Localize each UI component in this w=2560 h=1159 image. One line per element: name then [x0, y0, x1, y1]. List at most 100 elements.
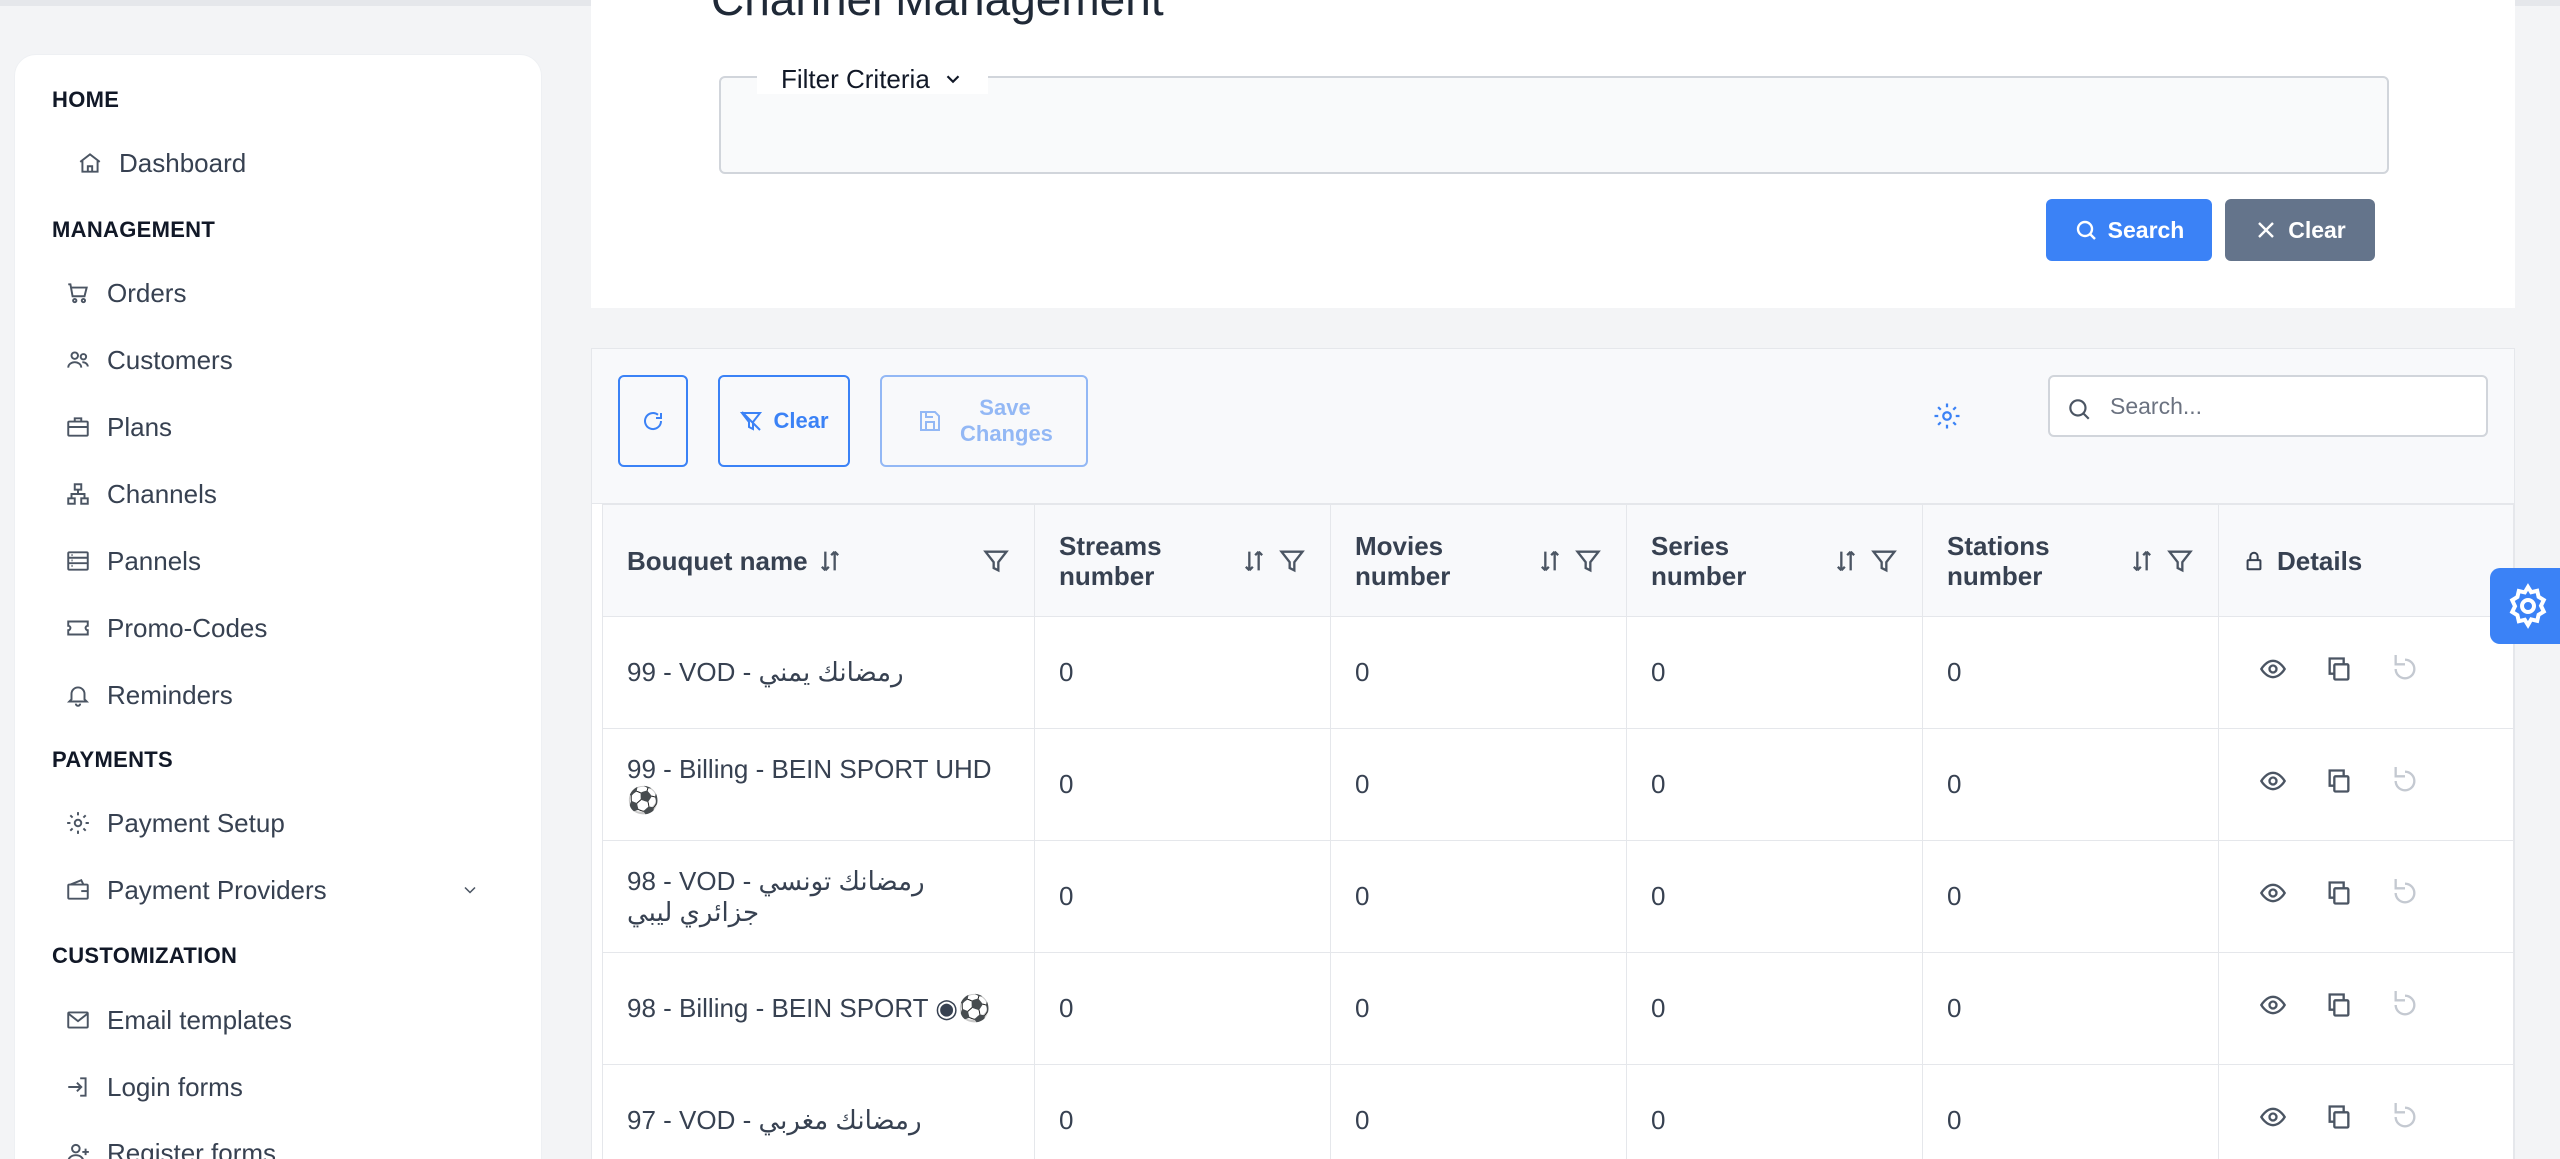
sidebar-item-plans[interactable]: Plans: [63, 402, 503, 452]
copy-icon[interactable]: [2325, 767, 2353, 802]
table-cell-stations: 0: [1922, 840, 2219, 953]
column-streams-number[interactable]: Streams number: [1034, 504, 1331, 617]
table-search-input[interactable]: [2110, 387, 2470, 425]
table-cell-streams: 0: [1034, 728, 1331, 841]
briefcase-icon: [63, 412, 93, 442]
column-label: Stations number: [1947, 530, 2050, 591]
refresh-button[interactable]: [618, 375, 688, 467]
save-changes-label: Save Changes: [960, 395, 1053, 446]
sidebar-item-label: Promo-Codes: [107, 612, 268, 643]
sort-icon[interactable]: [1240, 547, 1268, 575]
sidebar-item-pannels[interactable]: Pannels: [63, 536, 503, 586]
sidebar-item-orders[interactable]: Orders: [63, 268, 503, 318]
table-cell-streams: 0: [1034, 952, 1331, 1065]
copy-icon[interactable]: [2325, 655, 2353, 690]
filter-icon[interactable]: [982, 547, 1010, 575]
settings-gear-icon[interactable]: [2490, 568, 2560, 644]
table-cell-stations: 0: [1922, 728, 2219, 841]
page-title: Channel Management: [711, 0, 1164, 26]
filter-panel: Channel Management Filter Criteria Searc…: [591, 0, 2515, 308]
table-cell-movies: 0: [1330, 728, 1627, 841]
sidebar-item-label: Login forms: [107, 1071, 243, 1102]
table-body: 99 - VOD - رمضانك يمني 0 0 0 0 99 - Billing -…: [602, 616, 2514, 1159]
column-movies-number[interactable]: Movies number: [1330, 504, 1627, 617]
chevron-down-icon: [946, 75, 960, 84]
sidebar-item-label: Customers: [107, 344, 233, 375]
table-header-row: Bouquet name Streams number Movies numbe…: [602, 504, 2514, 617]
column-bouquet-name[interactable]: Bouquet name: [602, 504, 1035, 617]
search-button[interactable]: Search: [2046, 199, 2212, 261]
sidebar-item-login-forms[interactable]: Login forms: [63, 1062, 503, 1112]
table-cell-series: 0: [1626, 728, 1923, 841]
column-settings-gear-icon[interactable]: [1932, 401, 1962, 431]
table-cell-stations: 0: [1922, 952, 2219, 1065]
view-icon[interactable]: [2259, 767, 2287, 802]
sidebar-item-label: Channels: [107, 478, 217, 509]
search-button-label: Search: [2107, 216, 2185, 243]
view-icon[interactable]: [2259, 879, 2287, 914]
table-toolbar: Clear Save Changes: [592, 349, 2514, 504]
users-icon: [63, 345, 93, 375]
sidebar-item-label: Register forms: [107, 1137, 277, 1159]
table-cell-details: [2218, 840, 2514, 953]
filter-icon[interactable]: [1278, 547, 1306, 575]
sidebar-item-dashboard[interactable]: Dashboard: [75, 138, 515, 188]
save-changes-button[interactable]: Save Changes: [880, 375, 1088, 467]
copy-icon[interactable]: [2325, 879, 2353, 914]
cart-icon: [63, 278, 93, 308]
search-icon: [2076, 220, 2096, 240]
undo-icon[interactable]: [2391, 767, 2419, 802]
table-row: 99 - VOD - رمضانك يمني 0 0 0 0: [602, 616, 2514, 729]
view-icon[interactable]: [2259, 655, 2287, 690]
undo-icon[interactable]: [2391, 655, 2419, 690]
sidebar-item-customers[interactable]: Customers: [63, 335, 503, 385]
sidebar-item-label: Dashboard: [119, 147, 247, 178]
view-icon[interactable]: [2259, 1103, 2287, 1138]
table-cell-stations: 0: [1922, 616, 2219, 729]
copy-icon[interactable]: [2325, 991, 2353, 1026]
table-cell-movies: 0: [1330, 616, 1627, 729]
sidebar-item-label: Pannels: [107, 545, 201, 576]
gear-icon: [63, 808, 93, 838]
copy-icon[interactable]: [2325, 1103, 2353, 1138]
undo-icon[interactable]: [2391, 879, 2419, 914]
sidebar-item-reminders[interactable]: Reminders: [63, 670, 503, 720]
sort-icon[interactable]: [816, 547, 844, 575]
sidebar-item-email-templates[interactable]: Email templates: [63, 995, 503, 1045]
sort-icon[interactable]: [1536, 547, 1564, 575]
filter-icon[interactable]: [2166, 547, 2194, 575]
undo-icon[interactable]: [2391, 1103, 2419, 1138]
view-icon[interactable]: [2259, 991, 2287, 1026]
table-cell-details: [2218, 728, 2514, 841]
filter-icon[interactable]: [1574, 547, 1602, 575]
column-stations-number[interactable]: Stations number: [1922, 504, 2219, 617]
filter-criteria-label: Filter Criteria: [781, 63, 930, 94]
table-cell-series: 0: [1626, 840, 1923, 953]
clear-button-label: Clear: [2288, 216, 2346, 243]
clear-filter-button[interactable]: Clear: [2225, 199, 2375, 261]
filter-icon[interactable]: [1870, 547, 1898, 575]
filter-criteria-toggle[interactable]: Filter Criteria: [757, 64, 988, 94]
sidebar-item-register-forms[interactable]: Register forms: [63, 1128, 503, 1159]
sidebar-item-payment-providers[interactable]: Payment Providers: [63, 865, 499, 915]
chevron-down-icon[interactable]: [455, 875, 485, 905]
sidebar-item-promo-codes[interactable]: Promo-Codes: [63, 603, 503, 653]
bouquets-table: Bouquet name Streams number Movies numbe…: [602, 504, 2514, 1159]
sidebar: HOME Dashboard MANAGEMENT Orders Custome…: [14, 54, 542, 1159]
sidebar-item-label: Plans: [107, 411, 173, 442]
sort-icon[interactable]: [2128, 547, 2156, 575]
table-row: 98 - Billing - BEIN SPORT ◉⚽ 0 0 0 0: [602, 952, 2514, 1065]
table-cell-movies: 0: [1330, 1064, 1627, 1159]
undo-icon[interactable]: [2391, 991, 2419, 1026]
column-label: Details: [2277, 545, 2363, 576]
sidebar-item-channels[interactable]: Channels: [63, 469, 503, 519]
section-management: MANAGEMENT: [52, 217, 216, 242]
home-icon: [75, 148, 105, 178]
sidebar-item-payment-setup[interactable]: Payment Setup: [63, 798, 503, 848]
clear-table-filters-button[interactable]: Clear: [718, 375, 850, 467]
sort-icon[interactable]: [1832, 547, 1860, 575]
column-label: Series number: [1651, 530, 1747, 591]
column-series-number[interactable]: Series number: [1626, 504, 1923, 617]
save-icon: [920, 411, 940, 431]
column-label: Bouquet name: [627, 545, 808, 576]
